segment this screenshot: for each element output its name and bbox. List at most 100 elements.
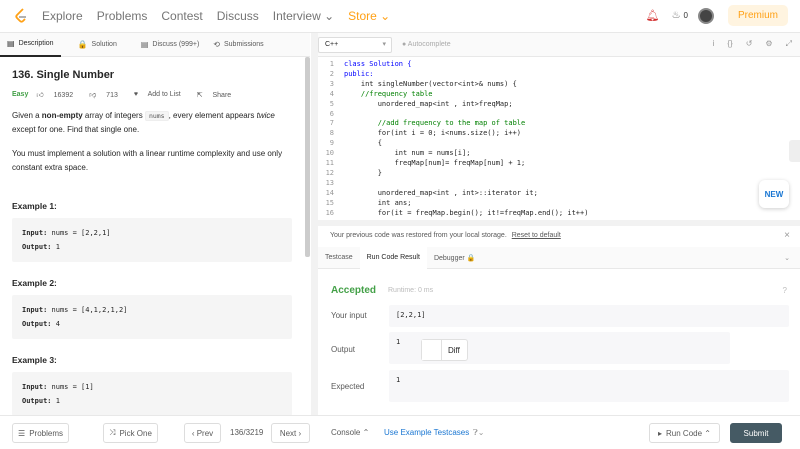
line-number: 5 [329,99,334,108]
code-line: 3 int singleNumber(vector<int>& nums) { [318,80,800,90]
console-toggle[interactable]: Console ⌃ [331,428,369,437]
lock-icon: 🔒 [77,40,88,49]
code-line: 14 unordered_map<int , int>::iterator it… [318,189,800,199]
help-icon[interactable]: ❓︎⌄ [473,428,485,438]
problem-description: 136. Single Number Easy 👍︎ 16392 👎︎ 713 … [0,57,304,415]
play-icon: ▸ [658,428,663,438]
nav-explore[interactable]: Explore [42,9,83,23]
line-number: 8 [329,129,334,138]
settings-icon[interactable]: ⚙ [765,39,772,49]
premium-button[interactable]: Premium [727,5,788,26]
code-text: for(it = freqMap.begin(); it!=freqMap.en… [344,208,589,217]
submit-button[interactable]: Submit [730,423,782,443]
text-bold: non-empty [41,111,83,120]
next-button[interactable]: Next › [271,423,310,443]
run-code-button[interactable]: ▸ Run Code ⌃ [649,423,720,443]
likes-count: 16392 [53,92,74,99]
result-tabs: Testcase Run Code Result Debugger 🔒 ⌄ [318,246,800,269]
line-number: 10 [325,149,334,158]
use-example-testcases-link[interactable]: Use Example Testcases [384,428,469,437]
example-title: Example 2: [12,278,57,288]
expected-label: Expected [331,382,365,391]
horizontal-splitter[interactable] [318,220,800,226]
reset-icon[interactable]: ↺ [746,39,753,49]
side-panel-tab[interactable] [789,140,800,162]
tab-description[interactable]: ▤ Description [0,33,61,57]
nav-problems[interactable]: Problems [97,9,148,23]
code-editor[interactable]: 1 class Solution {2 public: 3 int singleNum… [318,60,800,218]
input-label: Input: [22,306,48,314]
problem-tabs: ▤ Description 🔒 Solution ▤ Discuss (999+) ⟲… [0,33,310,57]
thumbs-up-icon: 👍︎ [36,92,44,99]
add-to-list-button[interactable]: ♥ Add to List [134,91,189,98]
info-icon[interactable]: i [713,39,715,49]
language-select[interactable]: C++ [318,36,392,53]
fire-icon[interactable]: ♨ [672,10,681,21]
output-label: Output: [22,397,52,405]
chevron-down-icon[interactable]: ⌄ [784,254,790,262]
example-output: 1 [55,397,60,405]
nav-interview[interactable]: Interview ⌄ [273,9,334,23]
diff-toggle[interactable]: Diff [421,339,468,361]
top-nav: Explore Problems Contest Discuss Intervi… [0,0,800,33]
avatar[interactable] [697,7,714,24]
tab-testcase[interactable]: Testcase [318,247,360,269]
tab-solution[interactable]: 🔒 Solution [71,33,124,57]
nav-discuss[interactable]: Discuss [217,9,259,23]
output-label: Output: [22,320,52,328]
example-output: 1 [55,243,60,251]
example-box: Input: nums = [2,2,1] Output: 1 [12,218,292,262]
close-icon[interactable]: × [784,230,790,241]
code-line: 9 { [318,139,800,149]
help-icon[interactable]: ? [783,286,787,295]
tab-discuss[interactable]: ▤ Discuss (999+) [134,33,206,57]
fire-count: 0 [683,11,688,20]
nav-contest[interactable]: Contest [161,9,202,23]
code-text: for(int i = 0; i<nums.size(); i++) [344,129,522,138]
nav-store[interactable]: Store ⌄ [348,9,390,23]
description-scrollbar[interactable] [305,57,310,257]
bell-icon[interactable]: 🔔︎ [646,9,660,22]
code-line: 7 //add frequency to the map of table [318,119,800,129]
code-line: 15 int ans; [318,199,800,209]
line-number: 16 [325,208,334,217]
run-code-label: Run Code ⌃ [666,428,711,438]
share-button[interactable]: ⇱ Share [197,91,240,99]
line-number: 9 [329,139,334,148]
description-icon: ▤ [7,39,15,48]
prev-button[interactable]: ‹ Prev [184,423,221,443]
line-number: 15 [325,198,334,207]
example-box: Input: nums = [4,1,2,1,2] Output: 4 [12,295,292,339]
tab-debugger[interactable]: Debugger 🔒 [427,247,482,269]
output-label: Output [331,345,356,354]
tab-label: Submissions [224,41,264,48]
code-text: class Solution { [344,60,412,68]
code-text: { [344,139,382,148]
text: Given a [12,111,42,120]
dislike-button[interactable]: 👎︎ 713 [89,90,126,99]
fullscreen-icon[interactable]: ⤢ [786,39,792,49]
like-button[interactable]: 👍︎ 16392 [36,90,81,99]
line-number: 4 [329,89,334,98]
braces-icon[interactable]: {} [727,39,732,49]
reset-to-default-link[interactable]: Reset to default [512,232,561,239]
pick-one-button[interactable]: ⤨ Pick One [103,423,158,443]
list-icon: ☰ [18,428,26,438]
your-input-box: [2,2,1] [389,305,789,327]
code-line: 10 int num = nums[i]; [318,149,800,159]
thumbs-down-icon: 👎︎ [89,92,97,99]
input-label: Input: [22,383,48,391]
vertical-splitter[interactable] [311,33,318,415]
problems-button[interactable]: ☰ Problems [12,423,69,443]
tab-submissions[interactable]: ⟲ Submissions [206,33,270,57]
line-number: 12 [325,168,334,177]
code-line: 5 unordered_map<int , int>freqMap; [318,100,800,110]
example-input: nums = [1] [51,383,94,391]
tab-label: Discuss (999+) [152,41,200,48]
autocomplete-toggle[interactable]: ● Autocomplete [402,41,451,48]
problem-statement: Given a non-empty array of integers nums… [12,109,292,137]
new-badge[interactable]: NEW [759,180,789,208]
autocomplete-label: Autocomplete [407,41,451,48]
leetcode-logo[interactable] [14,8,28,24]
tab-run-code-result[interactable]: Run Code Result [359,246,427,269]
